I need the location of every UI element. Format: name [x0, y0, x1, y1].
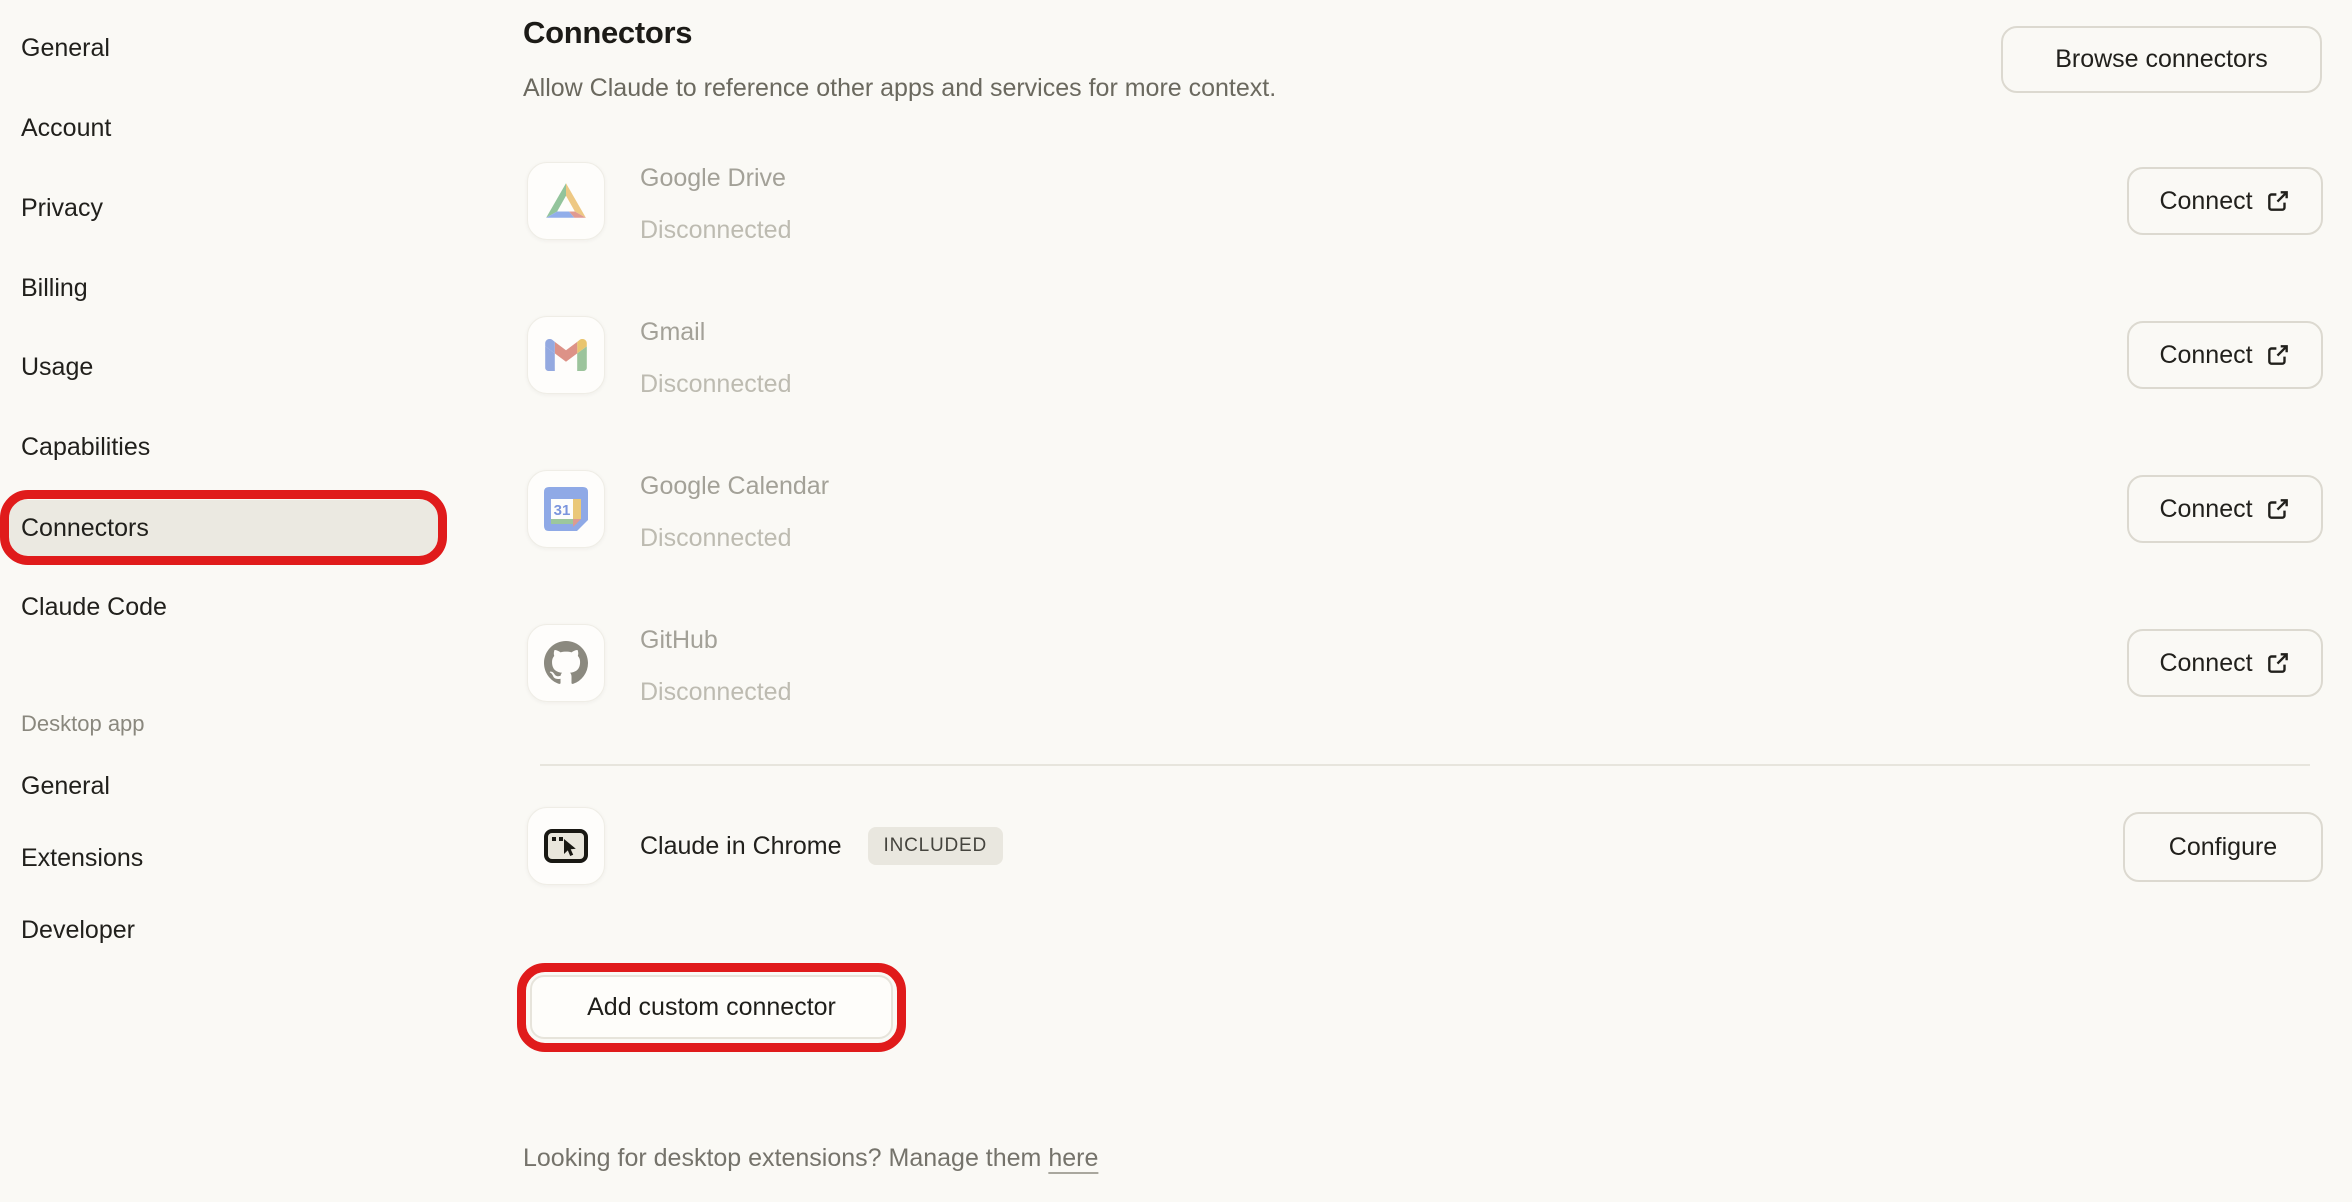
add-custom-connector-label: Add custom connector	[587, 993, 836, 1022]
connector-status: Disconnected	[640, 215, 1340, 245]
sidebar-item-account[interactable]: Account	[21, 113, 111, 143]
google-drive-row: Google Drive Disconnected	[640, 163, 1340, 245]
gmail-row: Gmail Disconnected	[640, 317, 1340, 399]
external-link-icon	[2265, 496, 2291, 522]
settings-page: General Account Privacy Billing Usage Ca…	[0, 0, 2352, 1202]
connect-google-drive-button[interactable]: Connect	[2127, 167, 2323, 235]
connect-gmail-button[interactable]: Connect	[2127, 321, 2323, 389]
browse-connectors-label: Browse connectors	[2055, 45, 2268, 74]
gmail-tile	[527, 316, 605, 394]
connector-name: Claude in Chrome	[640, 831, 842, 861]
sidebar-item-capabilities[interactable]: Capabilities	[21, 432, 150, 462]
sidebar-item-claude-code[interactable]: Claude Code	[21, 592, 167, 622]
claude-in-chrome-icon	[543, 826, 589, 866]
google-calendar-row: Google Calendar Disconnected	[640, 471, 1340, 553]
connect-github-button[interactable]: Connect	[2127, 629, 2323, 697]
sidebar-item-general[interactable]: General	[21, 33, 110, 63]
browse-connectors-button[interactable]: Browse connectors	[2001, 26, 2322, 93]
claude-in-chrome-tile	[527, 807, 605, 885]
connect-google-calendar-button[interactable]: Connect	[2127, 475, 2323, 543]
sidebar-item-connectors-label: Connectors	[21, 513, 149, 543]
google-drive-icon	[543, 181, 589, 221]
desktop-extensions-note: Looking for desktop extensions? Manage t…	[523, 1144, 1098, 1173]
configure-label: Configure	[2169, 833, 2277, 862]
claude-in-chrome-row: Claude in Chrome INCLUDED	[640, 807, 1003, 885]
connector-name: Google Calendar	[640, 471, 1340, 501]
sidebar-item-desktop-developer[interactable]: Developer	[21, 915, 135, 945]
calendar-day-number: 31	[554, 502, 571, 519]
configure-claude-in-chrome-button[interactable]: Configure	[2123, 812, 2323, 882]
sidebar-item-privacy[interactable]: Privacy	[21, 193, 103, 223]
github-icon	[544, 641, 588, 685]
external-link-icon	[2265, 650, 2291, 676]
connect-label: Connect	[2159, 341, 2252, 370]
google-drive-tile	[527, 162, 605, 240]
sidebar-section-desktop-app: Desktop app	[21, 711, 145, 737]
page-subtitle: Allow Claude to reference other apps and…	[523, 74, 1276, 103]
connector-status: Disconnected	[640, 523, 1340, 553]
connector-name: GitHub	[640, 625, 1340, 655]
manage-extensions-link[interactable]: here	[1048, 1144, 1098, 1172]
sidebar-item-usage[interactable]: Usage	[21, 352, 93, 382]
sidebar-item-desktop-general[interactable]: General	[21, 771, 110, 801]
external-link-icon	[2265, 188, 2291, 214]
desktop-extensions-note-text: Looking for desktop extensions? Manage t…	[523, 1144, 1048, 1172]
sidebar-item-desktop-extensions[interactable]: Extensions	[21, 843, 143, 873]
connector-name: Gmail	[640, 317, 1340, 347]
connector-status: Disconnected	[640, 369, 1340, 399]
included-badge: INCLUDED	[868, 827, 1004, 865]
google-calendar-tile: 31	[527, 470, 605, 548]
google-calendar-icon: 31	[544, 487, 588, 531]
external-link-icon	[2265, 342, 2291, 368]
github-tile	[527, 624, 605, 702]
page-title: Connectors	[523, 15, 692, 51]
sidebar-item-connectors-selected[interactable]: Connectors	[9, 500, 439, 556]
connector-status: Disconnected	[640, 677, 1340, 707]
section-divider	[540, 764, 2310, 766]
connector-name: Google Drive	[640, 163, 1340, 193]
connect-label: Connect	[2159, 495, 2252, 524]
add-custom-connector-button[interactable]: Add custom connector	[530, 975, 893, 1039]
connect-label: Connect	[2159, 649, 2252, 678]
connect-label: Connect	[2159, 187, 2252, 216]
gmail-icon	[545, 339, 587, 371]
github-row: GitHub Disconnected	[640, 625, 1340, 707]
sidebar-item-billing[interactable]: Billing	[21, 273, 88, 303]
